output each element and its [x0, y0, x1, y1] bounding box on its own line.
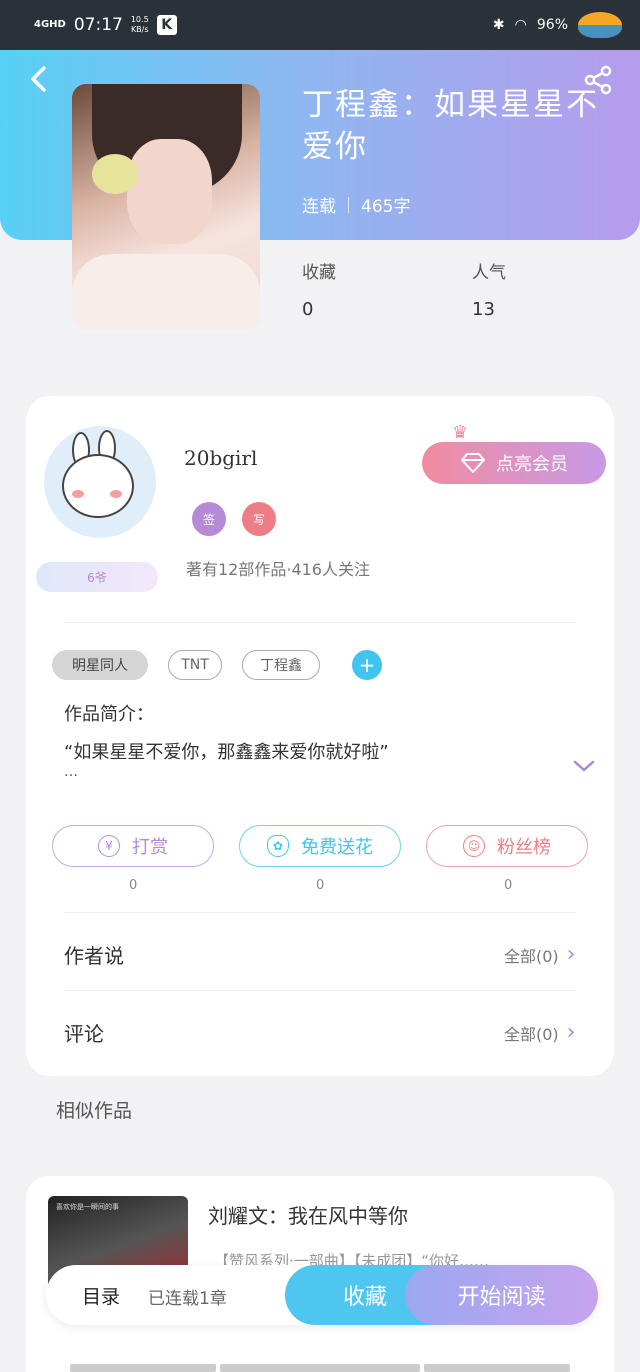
action-label: 打赏 [132, 837, 168, 858]
back-arrow-icon [31, 66, 46, 92]
author-avatar[interactable] [44, 426, 156, 538]
tag-chip[interactable]: 明星同人 [52, 650, 148, 680]
author-level-badge: 6爷 [36, 562, 158, 592]
row-all-label: 全部(0) [504, 946, 559, 966]
diamond-icon [461, 453, 485, 473]
status-bar: 4GHD 07:17 10.5 KB/s K ✱ ◠ 96% [0, 0, 640, 50]
chevron-down-icon [573, 760, 595, 772]
author-summary: 著有12部作品·416人关注 [186, 560, 370, 579]
fan-count: 0 [504, 878, 513, 893]
vip-button[interactable]: 点亮会员 [422, 442, 606, 484]
cover-flower [92, 154, 138, 194]
cover-caption: 喜欢你是一瞬间的事 [56, 1203, 119, 1211]
network-speed: 10.5 KB/s [130, 15, 149, 34]
chevron-right-icon: › [566, 942, 576, 967]
author-says-all[interactable]: 全部(0) › [504, 942, 575, 967]
author-name[interactable]: 20bgirl [184, 446, 257, 470]
stat-popularity: 人气 13 [472, 258, 506, 320]
fan-ranking-button[interactable]: ☺ 粉丝榜 [426, 825, 588, 867]
intro-ellipsis: … [64, 764, 78, 780]
bluetooth-icon: ✱ [492, 17, 505, 33]
expand-intro-button[interactable] [572, 756, 596, 776]
stat-label: 收藏 [302, 263, 336, 283]
tag-chip[interactable]: TNT [168, 650, 222, 680]
vip-button-label: 点亮会员 [496, 454, 568, 475]
profile-mini-avatar [578, 12, 622, 38]
avatar-cheek [72, 490, 84, 498]
comments-all[interactable]: 全部(0) › [504, 1020, 575, 1045]
crown-icon: ♛ [452, 422, 469, 443]
yen-icon: ¥ [98, 835, 120, 857]
action-label: 免费送花 [301, 837, 373, 858]
comments-label[interactable]: 评论 [64, 1018, 104, 1047]
avatar-bunny [62, 454, 134, 518]
reward-count: 0 [129, 878, 138, 893]
plus-icon: + [358, 653, 376, 677]
tag-chip[interactable]: 丁程鑫 [242, 650, 320, 680]
similar-work-title[interactable]: 刘耀文：我在风中等你 [208, 1200, 408, 1229]
stat-collect: 收藏 0 [302, 258, 336, 320]
signed-badge: 签 [192, 502, 226, 536]
intro-label: 作品简介： [64, 704, 154, 725]
writer-badge: 写 [242, 502, 276, 536]
book-status: 连载 [302, 197, 336, 217]
cover-face [127, 139, 212, 244]
user-icon: ☺ [463, 835, 485, 857]
word-count: 465字 [361, 197, 411, 217]
book-cover[interactable] [72, 84, 260, 330]
divider [64, 990, 576, 991]
nav-hint-bar [70, 1364, 216, 1372]
start-reading-button[interactable]: 开始阅读 [405, 1265, 598, 1325]
chevron-right-icon: › [566, 1020, 576, 1045]
stat-value: 13 [472, 299, 495, 320]
divider [64, 912, 576, 913]
toc-status: 已连载1章 [148, 1289, 227, 1309]
meta-divider [348, 196, 349, 213]
divider [64, 622, 576, 623]
row-all-label: 全部(0) [504, 1024, 559, 1044]
nav-hint-bar [220, 1364, 420, 1372]
stat-value: 0 [302, 299, 314, 320]
author-says-label[interactable]: 作者说 [64, 940, 124, 969]
stat-label: 人气 [472, 263, 506, 283]
action-label: 粉丝榜 [497, 837, 551, 858]
add-tag-button[interactable]: + [352, 650, 382, 680]
book-meta: 连载 465字 [302, 192, 410, 217]
send-flower-button[interactable]: ✿ 免费送花 [239, 825, 401, 867]
reward-button[interactable]: ¥ 打赏 [52, 825, 214, 867]
book-title: 丁程鑫：如果星星不爱你 [302, 87, 599, 165]
flower-count: 0 [316, 878, 325, 893]
battery-level: 96% [536, 17, 568, 33]
avatar-cheek [110, 490, 122, 498]
cover-shirt [72, 254, 260, 330]
similar-section-title: 相似作品 [56, 1100, 133, 1122]
clock: 07:17 [73, 15, 123, 35]
signal-indicator: 4GHD [34, 19, 66, 30]
back-button[interactable] [24, 64, 54, 94]
intro-text: “如果星星不爱你，那鑫鑫来爱你就好啦” [64, 742, 389, 763]
app-k-icon: K [156, 15, 177, 35]
nav-hint-bar [424, 1364, 570, 1372]
toc-button[interactable]: 目录 [82, 1282, 120, 1309]
flower-icon: ✿ [267, 835, 289, 857]
wifi-icon: ◠ [514, 17, 527, 33]
